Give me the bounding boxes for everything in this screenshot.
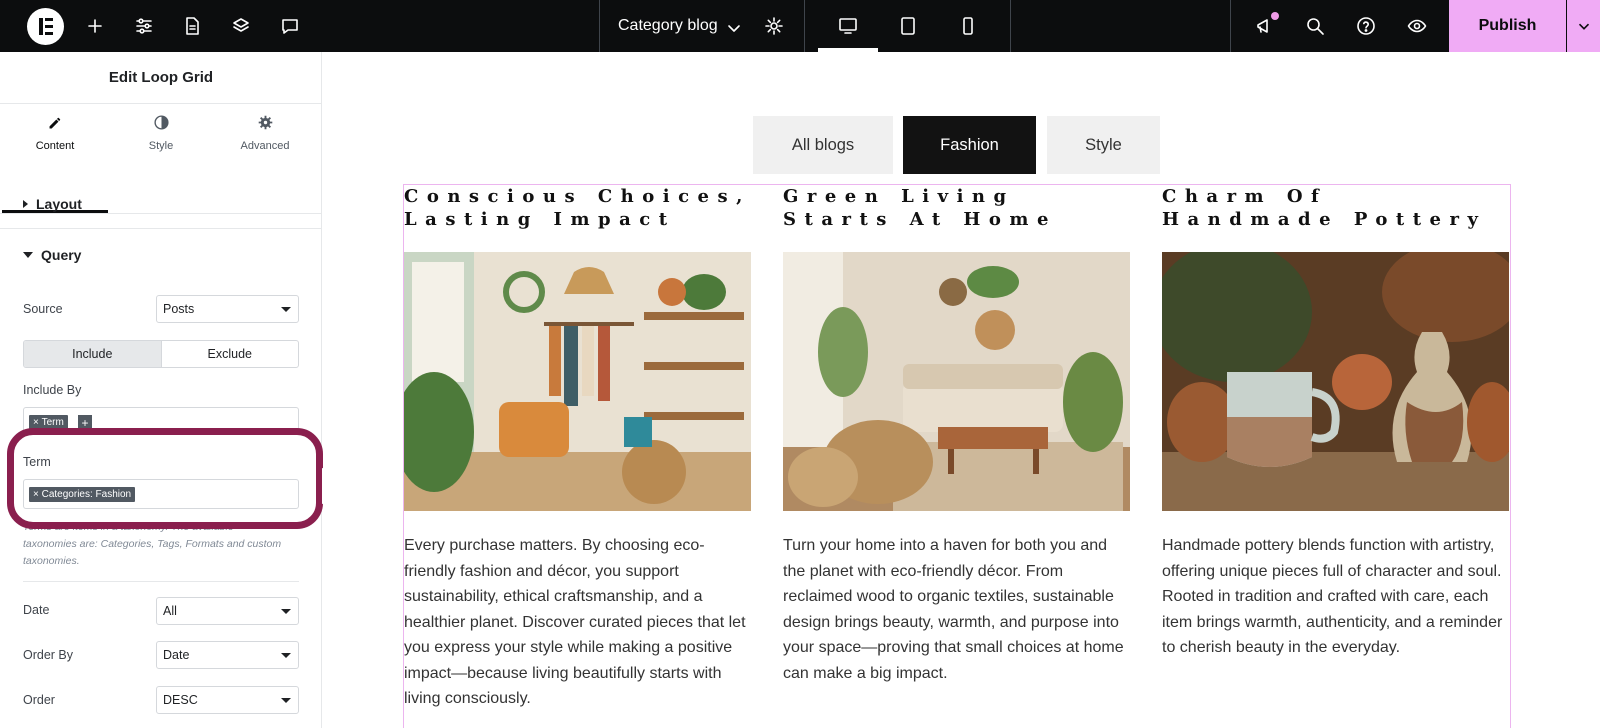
tab-label: Advanced bbox=[240, 140, 290, 152]
elementor-logo-icon[interactable] bbox=[27, 8, 64, 45]
chevron-down-icon[interactable] bbox=[722, 16, 746, 40]
preview-eye-icon[interactable] bbox=[1405, 14, 1429, 38]
pencil-icon bbox=[47, 114, 64, 134]
remove-icon[interactable]: × bbox=[33, 417, 42, 428]
order-label: Order bbox=[23, 693, 55, 707]
filter-fashion[interactable]: Fashion bbox=[903, 116, 1036, 174]
toolbar-divider bbox=[1010, 0, 1011, 52]
term-chip[interactable]: × Categories: Fashion bbox=[29, 487, 136, 502]
filter-all-blogs[interactable]: All blogs bbox=[753, 116, 893, 174]
card-title[interactable]: Conscious Choices, Lasting Impact bbox=[404, 185, 751, 231]
divider bbox=[23, 581, 299, 582]
card-image-boho-boutique[interactable] bbox=[404, 252, 751, 511]
tab-advanced[interactable]: Advanced bbox=[212, 104, 318, 214]
section-query-label: Query bbox=[41, 247, 82, 263]
notification-dot bbox=[1271, 12, 1279, 20]
divider bbox=[0, 228, 321, 229]
toolbar-divider bbox=[804, 0, 805, 52]
order-by-label: Order By bbox=[23, 648, 74, 662]
chevron-down-icon bbox=[281, 698, 291, 703]
publish-options-button[interactable] bbox=[1567, 0, 1600, 52]
order-select[interactable]: DESC bbox=[156, 686, 299, 714]
filter-style[interactable]: Style bbox=[1047, 116, 1160, 174]
card-excerpt: Handmade pottery blends function with ar… bbox=[1162, 537, 1503, 656]
include-by-label: Include By bbox=[23, 383, 82, 397]
page-icon[interactable] bbox=[180, 14, 204, 38]
mobile-icon[interactable] bbox=[956, 14, 980, 38]
card-title[interactable]: Charm Of Handmade Pottery bbox=[1162, 185, 1486, 231]
chevron-down-icon bbox=[281, 307, 291, 312]
publish-button[interactable]: Publish bbox=[1449, 0, 1566, 52]
card-title[interactable]: Green Living Starts At Home bbox=[783, 185, 1057, 231]
source-select[interactable]: Posts bbox=[156, 295, 299, 323]
date-value: All bbox=[163, 604, 177, 618]
contrast-icon bbox=[153, 114, 170, 134]
term-field[interactable]: × Categories: Fashion bbox=[23, 479, 299, 509]
section-query[interactable]: Query bbox=[23, 247, 81, 263]
exclude-button[interactable]: Exclude bbox=[162, 341, 299, 367]
term-label: Term bbox=[23, 455, 51, 469]
search-icon[interactable] bbox=[1303, 14, 1327, 38]
remove-icon[interactable]: × bbox=[33, 489, 42, 500]
date-label: Date bbox=[23, 603, 50, 617]
card-excerpt: Every purchase matters. By choosing eco-… bbox=[404, 537, 746, 707]
help-icon[interactable] bbox=[1354, 14, 1378, 38]
document-title[interactable]: Category blog bbox=[618, 17, 718, 35]
section-layout[interactable]: Layout bbox=[23, 196, 82, 212]
chip-label: Categories: Fashion bbox=[41, 489, 132, 500]
toolbar-divider bbox=[1230, 0, 1231, 52]
tab-style[interactable]: Style bbox=[108, 104, 214, 214]
chevron-down-icon bbox=[281, 653, 291, 658]
term-highlight-callout: Term × Categories: Fashion bbox=[7, 428, 323, 529]
include-exclude-toggle: Include Exclude bbox=[23, 340, 299, 368]
caret-down-icon bbox=[23, 252, 33, 258]
comment-icon[interactable] bbox=[278, 14, 302, 38]
gear-icon[interactable] bbox=[762, 14, 786, 38]
order-by-select[interactable]: Date bbox=[156, 641, 299, 669]
section-layout-label: Layout bbox=[36, 196, 82, 212]
order-by-value: Date bbox=[163, 648, 190, 662]
card-image-handmade-pottery[interactable] bbox=[1162, 252, 1509, 511]
tab-label: Style bbox=[148, 140, 174, 152]
source-value: Posts bbox=[163, 302, 195, 316]
caret-right-icon bbox=[23, 200, 28, 208]
include-button[interactable]: Include bbox=[24, 341, 162, 367]
desktop-icon[interactable] bbox=[836, 14, 860, 38]
toolbar-divider bbox=[599, 0, 600, 52]
chevron-down-icon bbox=[281, 609, 291, 614]
panel-title: Edit Loop Grid bbox=[0, 52, 321, 104]
top-bar: Category blog Publish bbox=[0, 0, 1600, 52]
sliders-icon[interactable] bbox=[132, 14, 156, 38]
order-value: DESC bbox=[163, 693, 198, 707]
chip-label: Term bbox=[41, 417, 64, 428]
tablet-icon[interactable] bbox=[896, 14, 920, 38]
tab-label: Content bbox=[35, 140, 75, 152]
gear-icon bbox=[257, 114, 274, 134]
add-icon[interactable] bbox=[83, 14, 107, 38]
card-image-eco-living-room[interactable] bbox=[783, 252, 1130, 511]
layers-icon[interactable] bbox=[229, 14, 253, 38]
date-select[interactable]: All bbox=[156, 597, 299, 625]
card-excerpt: Turn your home into a haven for both you… bbox=[783, 537, 1124, 682]
source-label: Source bbox=[23, 302, 63, 316]
